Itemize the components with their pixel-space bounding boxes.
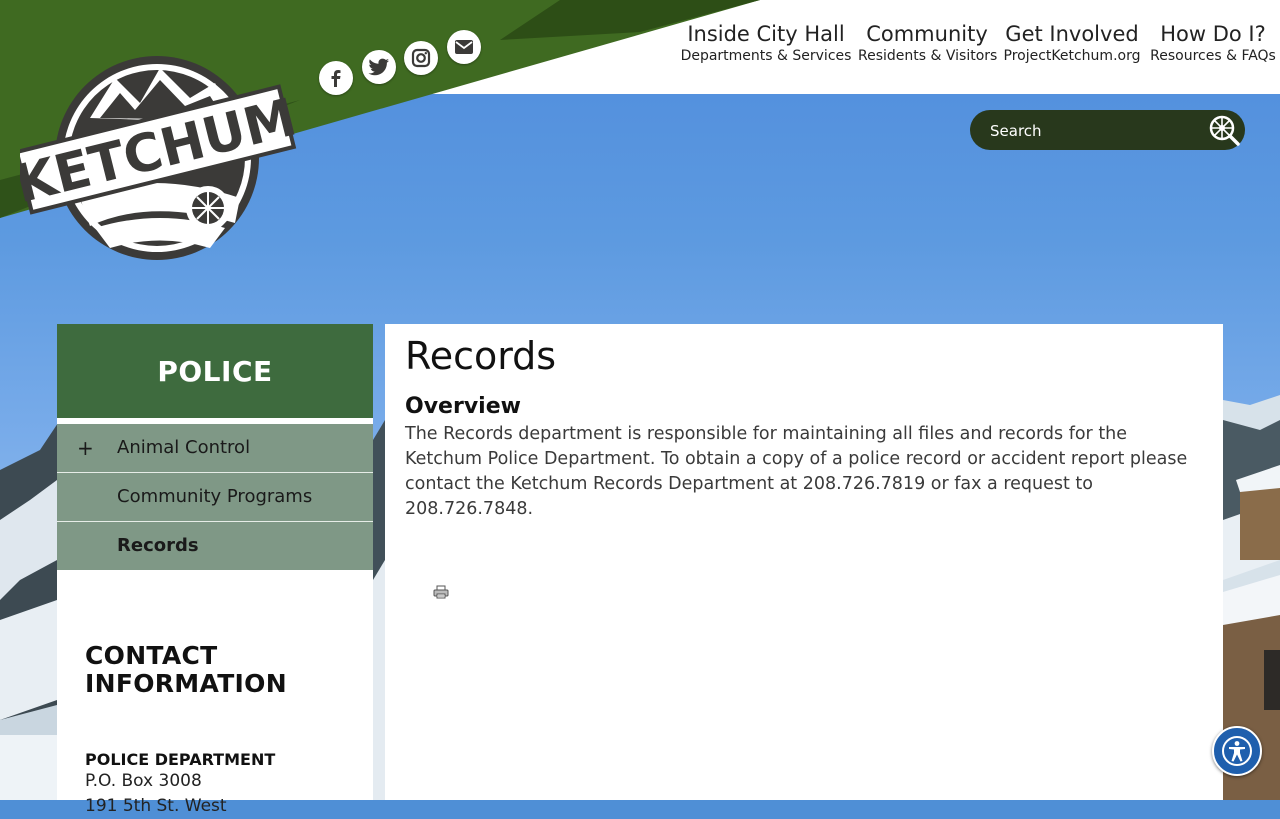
nav-how-do-i[interactable]: How Do I? Resources & FAQs <box>1149 20 1277 65</box>
contact-po-box: P.O. Box 3008 <box>85 771 202 791</box>
sidebar: POLICE + Animal Control Community Progra… <box>57 324 373 816</box>
ketchum-logo[interactable]: KETCHUM <box>20 48 300 268</box>
page-title: Records <box>405 334 557 378</box>
nav-get-involved[interactable]: Get Involved ProjectKetchum.org <box>1000 20 1144 65</box>
nav-sublabel: Residents & Visitors <box>858 48 998 64</box>
section-heading: Overview <box>405 394 521 419</box>
nav-label: Inside City Hall <box>687 22 845 46</box>
contact-heading-line1: CONTACT <box>85 641 218 670</box>
sidebar-item-label: Animal Control <box>117 437 251 458</box>
expand-plus-icon[interactable]: + <box>77 436 94 460</box>
nav-label: How Do I? <box>1160 22 1266 46</box>
contact-department: POLICE DEPARTMENT <box>85 750 276 769</box>
print-icon[interactable] <box>433 585 449 599</box>
email-icon[interactable] <box>447 30 481 64</box>
contact-information: CONTACT INFORMATION POLICE DEPARTMENT P.… <box>85 642 287 819</box>
sidebar-item-label: Community Programs <box>117 486 313 507</box>
nav-sublabel: Departments & Services <box>680 48 852 64</box>
contact-heading-line2: INFORMATION <box>85 669 287 698</box>
accessibility-button[interactable] <box>1212 726 1262 776</box>
sidebar-item-records[interactable]: Records <box>57 522 373 570</box>
sidebar-item-community-programs[interactable]: Community Programs <box>57 473 373 522</box>
search-wheel-icon[interactable] <box>1207 113 1241 147</box>
search-bar <box>970 110 1245 150</box>
nav-community[interactable]: Community Residents & Visitors <box>858 20 998 65</box>
search-input[interactable] <box>988 118 1202 144</box>
contact-street: 191 5th St. West <box>85 796 227 816</box>
nav-sublabel: ProjectKetchum.org <box>1003 48 1141 64</box>
accessibility-icon <box>1222 736 1252 766</box>
overview-text: The Records department is responsible fo… <box>405 424 1188 519</box>
contact-heading: CONTACT INFORMATION <box>85 642 287 698</box>
sidebar-item-label: Records <box>117 535 199 556</box>
main-content: Records Overview The Records department … <box>385 324 1223 800</box>
instagram-icon[interactable] <box>404 41 438 75</box>
nav-label: Get Involved <box>1005 22 1139 46</box>
nav-inside-city-hall[interactable]: Inside City Hall Departments & Services <box>680 20 852 65</box>
nav-sublabel: Resources & FAQs <box>1150 48 1276 64</box>
sidebar-title: POLICE <box>57 324 373 418</box>
twitter-icon[interactable] <box>362 50 396 84</box>
facebook-icon[interactable] <box>319 61 353 95</box>
sidebar-item-animal-control[interactable]: + Animal Control <box>57 424 373 473</box>
nav-label: Community <box>866 22 988 46</box>
